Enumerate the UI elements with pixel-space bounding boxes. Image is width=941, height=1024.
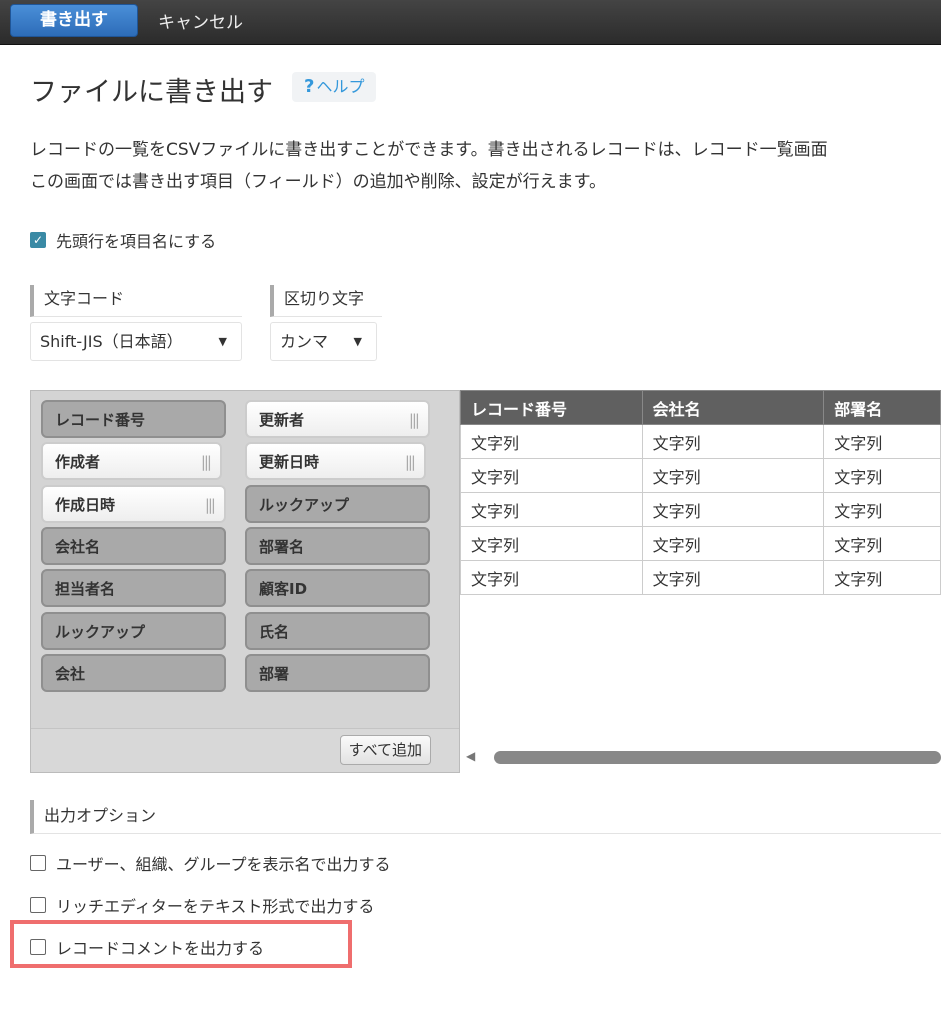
table-cell: 文字列	[641, 458, 825, 493]
field-item[interactable]: レコード番号	[41, 400, 226, 438]
table-cell: 文字列	[460, 492, 643, 527]
table-row: 文字列 文字列 文字列	[460, 424, 941, 459]
field-label: 更新日時	[259, 453, 320, 472]
field-label: 更新者	[259, 411, 305, 429]
table-row: 文字列 文字列 文字列	[460, 458, 941, 493]
cancel-button[interactable]: キャンセル	[158, 8, 243, 33]
field-item[interactable]: 更新日時 |||	[245, 442, 426, 481]
field-label: 部署名	[259, 537, 305, 556]
checkbox[interactable]	[30, 855, 46, 871]
table-cell: 文字列	[823, 492, 941, 527]
table-row: 文字列 文字列 文字列	[460, 526, 941, 561]
add-all-button[interactable]: すべて追加	[339, 735, 431, 765]
table-cell: 文字列	[641, 526, 825, 561]
column-header[interactable]: 部署名	[823, 390, 941, 425]
field-item[interactable]: 部署名	[245, 526, 430, 565]
help-button[interactable]: ? ヘルプ	[292, 72, 377, 102]
help-icon: ?	[304, 76, 315, 97]
field-palette: レコード番号 作成者 ||| 作成日時 ||| 会社名 担当者名 ルックアップ 会社 更新者 |||…	[30, 390, 460, 773]
table-cell: 文字列	[460, 560, 643, 595]
output-option-checkbox[interactable]: リッチエディターをテキスト形式で出力する	[30, 893, 374, 917]
encoding-select[interactable]: Shift-JIS（日本語） ▼	[30, 322, 242, 361]
field-label: 顧客ID	[259, 580, 308, 599]
toolbar: 書き出す キャンセル	[0, 0, 941, 45]
field-label: 会社名	[55, 537, 101, 556]
field-item[interactable]: 会社名	[41, 526, 226, 565]
output-options-label: 出力オプション	[30, 800, 941, 834]
preview-table: レコード番号 会社名 部署名 文字列 文字列 文字列 文字列 文字列 文字列 文字列 文字列文…	[460, 390, 941, 595]
dropdown-arrow-icon: ▼	[218, 335, 227, 348]
field-label: 作成者	[55, 453, 101, 472]
field-label: ルックアップ	[55, 622, 146, 641]
page-title: ファイルに書き出す	[30, 77, 273, 108]
delimiter-label: 区切り文字	[270, 285, 382, 317]
delimiter-select[interactable]: カンマ ▼	[270, 322, 377, 361]
table-cell: 文字列	[460, 526, 643, 561]
field-label: 部署	[259, 664, 290, 683]
table-cell: 文字列	[823, 560, 941, 595]
table-cell: 文字列	[641, 560, 825, 595]
table-cell: 文字列	[641, 424, 825, 459]
output-option-checkbox[interactable]: ユーザー、組織、グループを表示名で出力する	[30, 851, 391, 875]
horizontal-scrollbar[interactable]: ◀	[466, 749, 941, 765]
table-row: 文字列 文字列 文字列	[460, 560, 941, 595]
table-cell: 文字列	[460, 458, 643, 493]
table-cell: 文字列	[823, 526, 941, 561]
field-item[interactable]: 担当者名	[41, 569, 226, 608]
description-line: レコードの一覧をCSVファイルに書き出すことができます。書き出されるレコードは、…	[30, 140, 828, 160]
checkbox[interactable]	[30, 897, 46, 913]
field-item[interactable]: 部署	[245, 653, 430, 692]
column-header[interactable]: レコード番号	[460, 390, 643, 425]
field-item[interactable]: 顧客ID	[245, 569, 430, 608]
checkbox-label: ユーザー、組織、グループを表示名で出力する	[56, 855, 391, 874]
field-label: 会社	[55, 664, 86, 683]
help-label: ヘルプ	[316, 77, 365, 96]
field-label: ルックアップ	[259, 495, 350, 514]
table-cell: 文字列	[823, 424, 941, 459]
checkbox-checked[interactable]: ✓	[30, 232, 46, 248]
table-cell: 文字列	[460, 424, 643, 459]
table-cell: 文字列	[823, 458, 941, 493]
scrollbar-thumb[interactable]	[494, 751, 941, 764]
dropdown-arrow-icon: ▼	[353, 335, 362, 348]
drag-handle-icon[interactable]: |||	[405, 444, 416, 480]
field-item[interactable]: 会社	[41, 653, 226, 692]
encoding-value: Shift-JIS（日本語）	[40, 332, 183, 351]
table-cell: 文字列	[641, 492, 825, 527]
description: レコードの一覧をCSVファイルに書き出すことができます。書き出されるレコードは、…	[30, 134, 828, 198]
field-item[interactable]: 更新者 |||	[245, 400, 430, 438]
header-row-checkbox[interactable]: ✓ 先頭行を項目名にする	[30, 228, 216, 252]
field-item[interactable]: 氏名	[245, 611, 430, 650]
encoding-label: 文字コード	[30, 285, 242, 317]
table-row: 文字列 文字列 文字列	[460, 492, 941, 527]
export-button[interactable]: 書き出す	[10, 4, 138, 37]
drag-handle-icon[interactable]: |||	[205, 487, 216, 523]
field-item[interactable]: 作成日時 |||	[41, 484, 226, 523]
field-item[interactable]: ルックアップ	[245, 484, 430, 523]
drag-handle-icon[interactable]: |||	[409, 402, 420, 438]
checkbox-label: 先頭行を項目名にする	[56, 232, 217, 251]
description-line: この画面では書き出す項目（フィールド）の追加や削除、設定が行えます。	[30, 172, 606, 192]
scroll-left-icon[interactable]: ◀	[466, 749, 475, 763]
field-label: 氏名	[259, 622, 290, 641]
drag-handle-icon[interactable]: |||	[201, 444, 212, 480]
delimiter-value: カンマ	[280, 332, 329, 351]
field-label: 作成日時	[55, 495, 116, 514]
field-label: 担当者名	[55, 580, 116, 599]
column-header[interactable]: 会社名	[641, 390, 825, 425]
field-label: レコード番号	[55, 411, 146, 429]
field-item[interactable]: ルックアップ	[41, 611, 226, 650]
highlight-box	[10, 920, 352, 968]
field-item[interactable]: 作成者 |||	[41, 442, 222, 481]
checkbox-label: リッチエディターをテキスト形式で出力する	[56, 897, 375, 916]
palette-footer: すべて追加	[31, 728, 459, 772]
